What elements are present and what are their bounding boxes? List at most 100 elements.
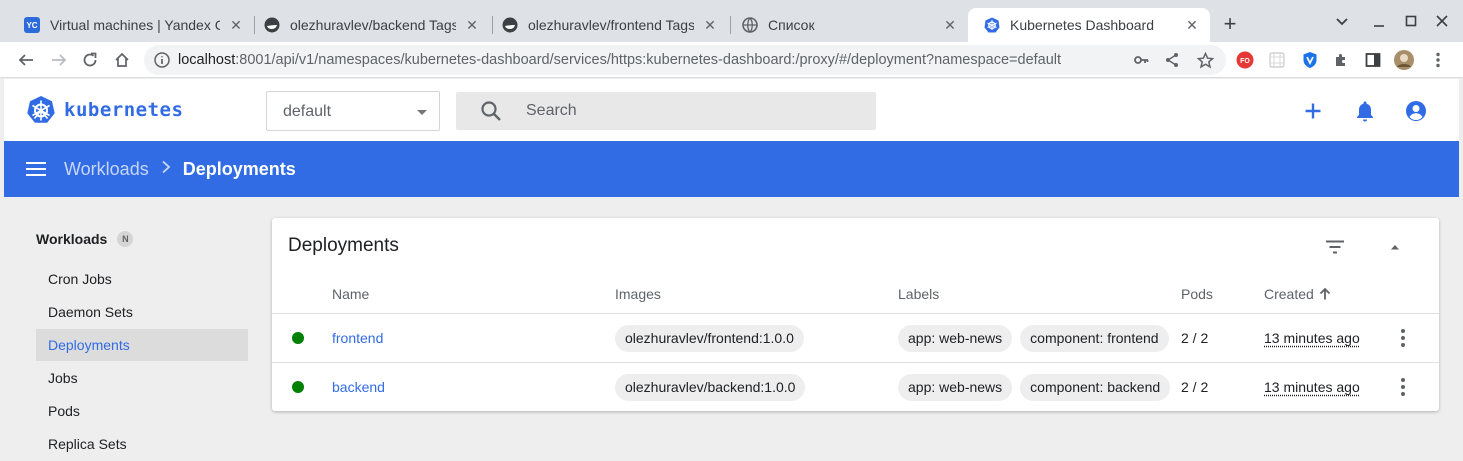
close-window-icon[interactable] — [1433, 12, 1451, 30]
sidebar-item-daemon-sets[interactable]: Daemon Sets — [36, 296, 248, 328]
app-header: kubernetes default — [4, 79, 1459, 141]
pods-count: 2 / 2 — [1181, 379, 1209, 395]
labels-cell: app: web-news component: backend — [898, 363, 1178, 411]
sidebar-item-label: Replica Sets — [48, 436, 127, 452]
close-icon[interactable]: ✕ — [228, 17, 244, 33]
docker-hub-icon — [264, 17, 280, 33]
namespace-select[interactable]: default — [266, 91, 440, 131]
pods-count: 2 / 2 — [1181, 330, 1209, 346]
status-running-icon — [292, 381, 304, 393]
forward-arrow-icon[interactable] — [47, 48, 71, 72]
more-vert-icon[interactable] — [1391, 326, 1415, 350]
collapse-button[interactable] — [1382, 234, 1408, 260]
chevron-down-icon — [417, 110, 427, 115]
browser-tab[interactable]: YC Virtual machines | Yandex Co ✕ — [8, 8, 254, 42]
column-header-created[interactable]: Created — [1264, 286, 1332, 302]
table-row: backend olezhuravlev/backend:1.0.0 app: … — [272, 363, 1439, 412]
filter-icon — [1326, 240, 1344, 254]
close-icon[interactable]: ✕ — [1184, 17, 1200, 33]
profile-avatar[interactable] — [1394, 50, 1414, 70]
fo-extension-label: FO — [1240, 58, 1250, 65]
kubernetes-logo-icon — [27, 96, 55, 123]
tab-title: Virtual machines | Yandex Co — [50, 17, 220, 33]
image-chip: olezhuravlev/frontend:1.0.0 — [615, 324, 804, 352]
created-cell: 13 minutes ago — [1264, 314, 1360, 362]
created-time: 13 minutes ago — [1264, 330, 1360, 346]
search-input[interactable] — [526, 96, 856, 126]
search-bar[interactable] — [456, 92, 876, 130]
sidebar-item-label: Cron Jobs — [48, 271, 112, 287]
home-icon[interactable] — [110, 48, 134, 72]
reload-icon[interactable] — [78, 48, 102, 72]
address-bar[interactable]: localhost:8001/api/v1/namespaces/kuberne… — [144, 45, 1226, 75]
sidebar-item-replica-sets[interactable]: Replica Sets — [36, 428, 248, 460]
extension-grid-icon[interactable] — [1267, 50, 1287, 70]
new-tab-button[interactable]: + — [1218, 11, 1242, 36]
sidebar-item-cron-jobs[interactable]: Cron Jobs — [36, 263, 248, 295]
shield-icon[interactable] — [1300, 50, 1320, 70]
breadcrumb: Workloads Deployments — [64, 159, 296, 180]
actions-cell — [1391, 314, 1415, 362]
tab-search-icon[interactable] — [1333, 12, 1351, 30]
name-cell: backend — [332, 363, 385, 411]
browser-tab-strip: YC Virtual machines | Yandex Co ✕ olezhu… — [0, 0, 1463, 42]
minimize-icon[interactable] — [1370, 12, 1388, 30]
site-info-icon[interactable] — [152, 50, 172, 70]
more-vert-icon[interactable] — [1391, 375, 1415, 399]
sidebar-item-label: Daemon Sets — [48, 304, 133, 320]
pods-cell: 2 / 2 — [1181, 314, 1208, 362]
extensions-puzzle-icon[interactable] — [1331, 50, 1351, 70]
close-icon[interactable]: ✕ — [464, 17, 480, 33]
filter-button[interactable] — [1322, 234, 1348, 260]
created-time: 13 minutes ago — [1264, 379, 1360, 395]
bookmark-star-icon[interactable] — [1196, 51, 1214, 69]
brand[interactable]: kubernetes — [26, 95, 183, 125]
browser-tab[interactable]: Список ✕ — [726, 8, 968, 42]
hamburger-menu-icon[interactable] — [24, 157, 48, 181]
deployments-card: Deployments Name Images Labels Pods Crea… — [272, 218, 1439, 411]
url-host: localhost — [178, 52, 236, 68]
maximize-icon[interactable] — [1402, 12, 1420, 30]
breadcrumb-current: Deployments — [182, 159, 296, 179]
deployment-link[interactable]: backend — [332, 379, 385, 395]
create-resource-button[interactable] — [1300, 98, 1326, 124]
url-text: localhost:8001/api/v1/namespaces/kuberne… — [178, 52, 1061, 68]
key-icon[interactable] — [1132, 51, 1150, 69]
browser-toolbar: localhost:8001/api/v1/namespaces/kuberne… — [0, 42, 1463, 78]
pods-cell: 2 / 2 — [1181, 363, 1208, 411]
table-row: frontend olezhuravlev/frontend:1.0.0 app… — [272, 314, 1439, 363]
browser-tab[interactable]: olezhuravlev/frontend Tags | ✕ — [486, 8, 728, 42]
breadcrumb-workloads[interactable]: Workloads — [64, 159, 149, 180]
notifications-button[interactable] — [1352, 98, 1378, 124]
tab-title: olezhuravlev/frontend Tags | — [528, 17, 694, 33]
browser-menu-icon[interactable] — [1428, 50, 1448, 70]
back-arrow-icon[interactable] — [14, 48, 38, 72]
sort-arrow-up-icon — [1319, 287, 1330, 300]
sidebar-item-deployments[interactable]: Deployments — [36, 329, 248, 361]
deployment-link[interactable]: frontend — [332, 330, 383, 346]
sidebar-item-pods[interactable]: Pods — [36, 395, 248, 427]
side-panel-icon[interactable] — [1363, 50, 1383, 70]
namespace-value: default — [283, 103, 332, 120]
sidebar-item-jobs[interactable]: Jobs — [36, 362, 248, 394]
brand-name: kubernetes — [64, 99, 184, 121]
docker-hub-icon — [502, 17, 518, 33]
close-icon[interactable]: ✕ — [702, 17, 718, 33]
sidebar-group-workloads[interactable]: Workloads N — [36, 231, 134, 247]
images-cell: olezhuravlev/frontend:1.0.0 — [615, 314, 812, 362]
share-icon[interactable] — [1163, 51, 1181, 69]
bell-icon — [1357, 101, 1373, 122]
column-header-created-label: Created — [1264, 286, 1314, 302]
name-cell: frontend — [332, 314, 383, 362]
url-path: :8001/api/v1/namespaces/kubernetes-dashb… — [235, 52, 1062, 68]
yc-icon: YC — [24, 17, 40, 33]
column-header-name[interactable]: Name — [332, 286, 369, 302]
fo-extension-icon[interactable]: FO — [1235, 50, 1255, 70]
sidebar-group-label: Workloads — [36, 231, 108, 247]
account-button[interactable] — [1403, 98, 1429, 124]
browser-tab-active[interactable]: Kubernetes Dashboard ✕ — [968, 8, 1210, 42]
images-cell: olezhuravlev/backend:1.0.0 — [615, 363, 813, 411]
browser-tab[interactable]: olezhuravlev/backend Tags | ✕ — [248, 8, 490, 42]
close-icon[interactable]: ✕ — [942, 17, 958, 33]
sidebar-item-label: Jobs — [48, 370, 78, 386]
